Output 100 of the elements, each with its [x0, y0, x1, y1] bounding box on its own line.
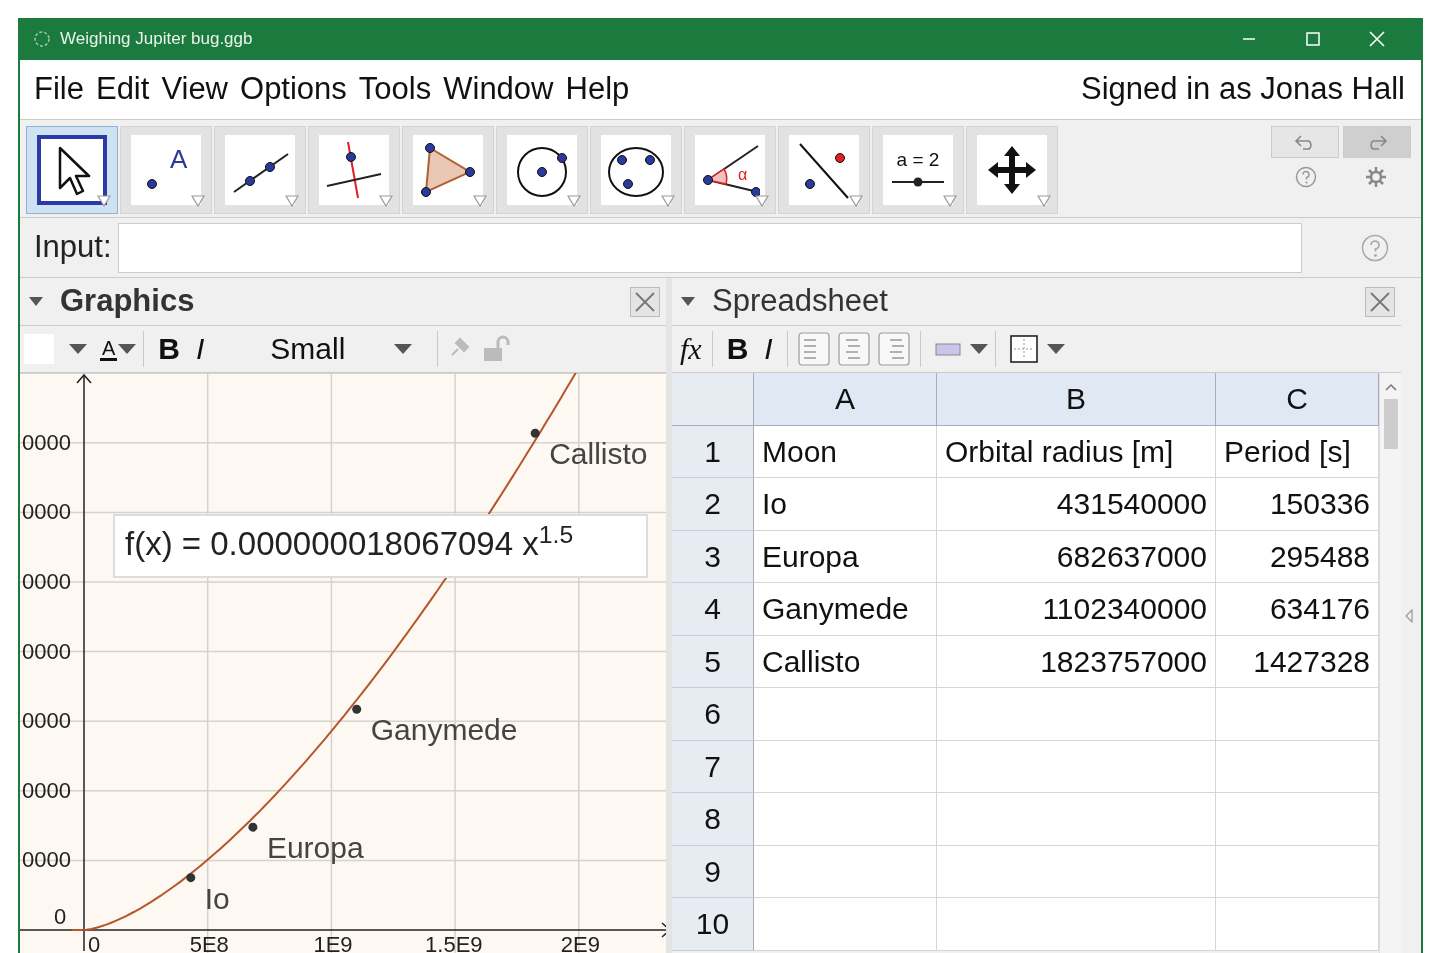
dropdown-triangle-icon [1037, 195, 1051, 207]
font-size-dropdown[interactable]: Small [262, 334, 422, 364]
column-header[interactable]: C [1216, 373, 1379, 426]
point-label: Callisto [549, 439, 648, 470]
x-axis-label: 0 [88, 934, 101, 953]
settings-icon[interactable] [1365, 166, 1387, 188]
row-header[interactable]: 10 [672, 898, 754, 951]
tool-button[interactable] [26, 126, 118, 214]
caret-icon[interactable] [117, 343, 138, 355]
tool-button[interactable] [966, 126, 1058, 214]
table-cell: 682637000 [937, 530, 1216, 583]
row-header[interactable]: 1 [672, 425, 754, 478]
bold-button[interactable]: B [718, 334, 757, 364]
fill-color-icon[interactable] [934, 341, 961, 357]
dropdown-triangle-icon [473, 195, 487, 207]
undo-button[interactable] [1271, 126, 1339, 158]
table-cell: Moon [754, 425, 937, 478]
y-axis-label: 0000 [22, 849, 71, 872]
expand-arrow-icon[interactable] [1405, 608, 1413, 623]
close-panel-button[interactable] [1365, 286, 1395, 317]
column-header[interactable]: B [937, 373, 1216, 426]
dropdown-triangle-icon [191, 195, 205, 207]
table-cell: 431540000 [937, 478, 1216, 531]
collapse-triangle-icon[interactable] [28, 295, 44, 308]
close-icon [634, 290, 656, 313]
input-label: Input: [34, 228, 112, 267]
dropdown-triangle-icon [943, 195, 957, 207]
row-header[interactable]: 7 [672, 740, 754, 793]
dropdown-triangle-icon [285, 195, 299, 207]
data-point [352, 704, 362, 714]
tool-button[interactable] [214, 126, 306, 214]
point-label: Ganymede [370, 715, 518, 746]
caret-icon[interactable] [1045, 343, 1066, 355]
row-header[interactable]: 5 [672, 635, 754, 688]
borders-icon[interactable] [1009, 335, 1038, 363]
tool-button[interactable] [308, 126, 400, 214]
row-header[interactable]: 3 [672, 530, 754, 583]
close-panel-button[interactable] [630, 286, 660, 317]
table-cell: Io [754, 478, 937, 531]
table-cell: Orbital radius [m] [937, 425, 1216, 478]
help-icon[interactable] [1295, 166, 1317, 188]
menu-item[interactable]: Window [437, 66, 560, 113]
dropdown-triangle-icon [97, 195, 111, 207]
align-center-icon[interactable] [837, 332, 870, 366]
tool-button[interactable] [496, 126, 588, 214]
y-axis-label: 0 [54, 906, 67, 928]
input-field[interactable] [117, 222, 1302, 273]
tool-button[interactable]: α [684, 126, 776, 214]
table-cell: Callisto [754, 635, 937, 688]
row-header[interactable]: 6 [672, 688, 754, 741]
close-icon [1369, 290, 1391, 313]
menu-item[interactable]: View [155, 66, 234, 113]
menu-item[interactable]: Tools [352, 66, 438, 113]
text-color-button[interactable]: A [100, 337, 118, 361]
y-axis-label: 0000 [22, 640, 71, 663]
scrollbar-thumb[interactable] [1384, 399, 1398, 449]
tool-button[interactable] [778, 126, 870, 214]
row-header[interactable]: 2 [672, 478, 754, 531]
row-header[interactable]: 4 [672, 583, 754, 636]
menu-item[interactable]: Help [559, 66, 636, 113]
table-cell: 634176 [1216, 583, 1379, 636]
x-axis-label: 1.5E9 [425, 934, 483, 953]
x-axis-label: 2E9 [560, 934, 600, 953]
tool-button[interactable]: a = 2 [872, 126, 964, 214]
corner-header[interactable] [672, 373, 754, 426]
menu-item[interactable]: Options [234, 66, 353, 113]
table-cell: 1102340000 [937, 583, 1216, 636]
align-right-icon[interactable] [877, 332, 910, 366]
x-axis-label: 1E9 [313, 934, 353, 953]
tool-button[interactable] [402, 126, 494, 214]
bold-button[interactable]: B [150, 334, 188, 364]
function-label: f(x) = 0.000000018067094 x$^{1.5}$ [113, 514, 648, 578]
collapse-triangle-icon[interactable] [680, 295, 696, 308]
row-header[interactable]: 9 [672, 845, 754, 898]
dropdown-triangle-icon [567, 195, 581, 207]
column-header[interactable]: A [754, 373, 937, 426]
y-axis-label: 0000 [22, 571, 71, 593]
italic-button[interactable]: I [756, 334, 781, 364]
italic-button[interactable]: I [188, 334, 213, 364]
align-left-icon[interactable] [797, 332, 830, 366]
caret-icon[interactable] [68, 343, 88, 355]
caret-icon [393, 343, 414, 355]
data-point [530, 428, 540, 438]
help-icon[interactable] [1361, 233, 1389, 262]
tool-button[interactable] [590, 126, 682, 214]
caret-icon[interactable] [968, 343, 989, 355]
x-axis-label: 5E8 [189, 934, 229, 953]
menu-item[interactable]: Edit [89, 66, 156, 113]
dropdown-triangle-icon [661, 195, 675, 207]
row-header[interactable]: 8 [672, 793, 754, 846]
tool-button[interactable]: A [120, 126, 212, 214]
y-axis-label: 0000 [22, 779, 71, 802]
dropdown-triangle-icon [755, 195, 769, 207]
triangle-icon [418, 140, 478, 200]
scroll-up-icon[interactable] [1385, 383, 1397, 391]
menu-item[interactable]: File [28, 66, 90, 113]
table-cell: 1427328 [1216, 635, 1379, 688]
app-icon [32, 29, 52, 49]
formula-button[interactable]: fx [676, 334, 706, 364]
dropdown-triangle-icon [849, 195, 863, 207]
